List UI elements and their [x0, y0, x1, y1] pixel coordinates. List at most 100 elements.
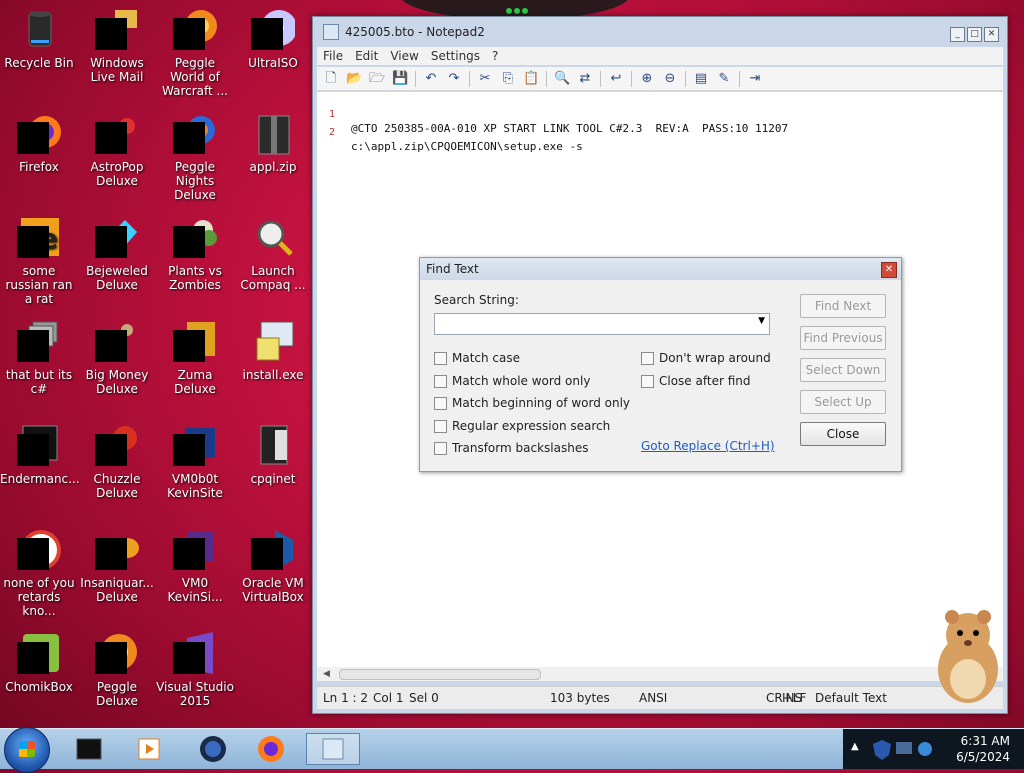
select-up-button[interactable]: Select Up [800, 390, 886, 414]
dialog-close-icon[interactable]: ✕ [881, 262, 897, 278]
new-file-icon[interactable]: 🗋 [323, 71, 339, 87]
checkbox-box[interactable] [434, 441, 447, 455]
window-titlebar[interactable]: 425005.bto - Notepad2 [313, 17, 1007, 47]
zoom-out-icon[interactable]: ⊖ [662, 71, 678, 87]
desktop-icon-launch-compaq[interactable]: Launch Compaq ... [234, 210, 312, 292]
copy-icon[interactable]: ⎘ [500, 71, 516, 87]
desktop-icon-visual-studio[interactable]: Visual Studio 2015 [156, 626, 234, 708]
desktop-icon-firefox[interactable]: Firefox [0, 106, 78, 174]
find-previous-button[interactable]: Find Previous [800, 326, 886, 350]
desktop-icon-astropop[interactable]: AstroPop Deluxe [78, 106, 156, 188]
status-selection: Sel 0 [409, 691, 439, 705]
exit-icon[interactable]: ⇥ [747, 71, 763, 87]
desktop-icon-zuma[interactable]: Zuma Deluxe [156, 314, 234, 396]
maximize-icon[interactable]: □ [967, 27, 982, 42]
desktop-icon-plants-vs-zombies[interactable]: Plants vs Zombies [156, 210, 234, 292]
desktop-icon-cpqinet[interactable]: cpqinet [234, 418, 312, 486]
regex-search-checkbox[interactable]: Regular expression search [434, 419, 610, 433]
find-text-dialog[interactable]: Find Text ✕ Search String: ▼ Match case … [419, 257, 902, 472]
taskbar-item-globe[interactable] [186, 733, 240, 765]
menu-help[interactable]: ? [486, 47, 504, 65]
scrollbar-thumb[interactable] [339, 669, 541, 680]
browse-icon[interactable]: 🗁 [369, 71, 385, 87]
desktop-icon-none-of-you[interactable]: none of you retards kno... [0, 522, 78, 618]
search-string-combobox[interactable]: ▼ [434, 313, 770, 335]
desktop-icon-label: Chuzzle Deluxe [93, 472, 141, 500]
undo-icon[interactable]: ↶ [423, 71, 439, 87]
desktop-icon-endermanch[interactable]: Endermanc... [0, 418, 80, 486]
select-down-button[interactable]: Select Down [800, 358, 886, 382]
dont-wrap-checkbox[interactable]: Don't wrap around [641, 351, 771, 365]
desktop-icon-peggle-nights[interactable]: Peggle Nights Deluxe [156, 106, 234, 202]
desktop-icon-that-but-its-csharp[interactable]: that but its c# [0, 314, 78, 396]
customize-icon[interactable]: ✎ [716, 71, 732, 87]
paste-icon[interactable]: 📋 [523, 71, 539, 87]
dropdown-arrow-icon[interactable]: ▼ [758, 316, 765, 326]
checkbox-box[interactable] [434, 351, 447, 365]
horizontal-scrollbar[interactable]: ◀ [317, 667, 1003, 681]
desktop-icon-virtualbox[interactable]: Oracle VM VirtualBox [234, 522, 312, 604]
desktop-icon-bejeweled[interactable]: Bejeweled Deluxe [78, 210, 156, 292]
goto-replace-link[interactable]: Goto Replace (Ctrl+H) [641, 439, 775, 453]
menu-edit[interactable]: Edit [349, 47, 384, 65]
status-position: Ln 1 : 2 [323, 691, 369, 705]
redo-icon[interactable]: ↷ [446, 71, 462, 87]
cut-icon[interactable]: ✂ [477, 71, 493, 87]
desktop-icon-some-russian[interactable]: e some russian ran a rat [0, 210, 78, 306]
zoom-in-icon[interactable]: ⊕ [639, 71, 655, 87]
word-wrap-icon[interactable]: ↩ [608, 71, 624, 87]
menu-settings[interactable]: Settings [425, 47, 486, 65]
open-folder-icon[interactable]: 📂 [346, 71, 362, 87]
show-hidden-icons-icon[interactable]: ▲ [851, 741, 859, 752]
close-icon[interactable]: ✕ [984, 27, 999, 42]
close-after-find-checkbox[interactable]: Close after find [641, 374, 751, 388]
desktop-icon-install-exe[interactable]: install.exe [234, 314, 312, 382]
menu-view[interactable]: View [384, 47, 424, 65]
match-whole-word-checkbox[interactable]: Match whole word only [434, 374, 590, 388]
taskbar-item-notepad2[interactable] [306, 733, 360, 765]
replace-icon[interactable]: ⇄ [577, 71, 593, 87]
checkbox-box[interactable] [434, 419, 447, 433]
match-beginning-checkbox[interactable]: Match beginning of word only [434, 396, 630, 410]
checkbox-box[interactable] [641, 351, 654, 365]
volume-icon[interactable] [917, 741, 933, 757]
desktop-icon-peggle-wow[interactable]: Peggle World of Warcraft ... [156, 2, 234, 98]
desktop-icon-chomikbox[interactable]: ChomikBox [0, 626, 78, 694]
scheme-icon[interactable]: ▤ [693, 71, 709, 87]
desktop-icon-label: AstroPop Deluxe [90, 160, 144, 188]
checkbox-box[interactable] [641, 374, 654, 388]
clock[interactable]: 6:31 AM 6/5/2024 [956, 733, 1010, 765]
clock-date: 6/5/2024 [956, 750, 1010, 764]
desktop-icon-vm0b0t-kevinsite[interactable]: VM0b0t KevinSite [156, 418, 234, 500]
network-icon[interactable] [895, 741, 913, 757]
save-icon[interactable]: 💾 [392, 71, 408, 87]
desktop-icon-ultraiso[interactable]: UltraISO [234, 2, 312, 70]
checkbox-box[interactable] [434, 396, 447, 410]
find-icon[interactable]: 🔍 [554, 71, 570, 87]
desktop-icon-vm0-kevinsite[interactable]: VM0 KevinSi... [156, 522, 234, 604]
shield-icon[interactable] [871, 739, 893, 761]
taskbar-item-firefox[interactable] [244, 733, 298, 765]
find-next-button[interactable]: Find Next [800, 294, 886, 318]
minimize-icon[interactable]: _ [950, 27, 965, 42]
taskbar-item-cmd[interactable] [62, 733, 116, 765]
transform-backslashes-checkbox[interactable]: Transform backslashes [434, 441, 588, 455]
desktop-icon-chuzzle[interactable]: Chuzzle Deluxe [78, 418, 156, 500]
globe-icon [200, 736, 226, 762]
dialog-titlebar[interactable]: Find Text [420, 258, 901, 280]
desktop-icon-peggle-deluxe[interactable]: Peggle Deluxe [78, 626, 156, 708]
desktop-icon-windows-live-mail[interactable]: Windows Live Mail [78, 2, 156, 84]
checkbox-box[interactable] [434, 374, 447, 388]
media-player-icon [138, 738, 160, 760]
scroll-left-icon[interactable]: ◀ [323, 667, 330, 681]
desktop-icon-big-money[interactable]: Big Money Deluxe [78, 314, 156, 396]
start-button[interactable] [4, 727, 50, 773]
match-case-checkbox[interactable]: Match case [434, 351, 520, 365]
desktop-icon-appl-zip[interactable]: appl.zip [234, 106, 312, 174]
taskbar-item-media[interactable] [122, 733, 176, 765]
menu-file[interactable]: File [317, 47, 349, 65]
desktop-icon-insaniquarium[interactable]: Insaniquar... Deluxe [78, 522, 156, 604]
close-button[interactable]: Close [800, 422, 886, 446]
desktop-icon-recycle-bin[interactable]: Recycle Bin [0, 2, 78, 70]
desktop-icon-label: that but its c# [5, 368, 73, 396]
